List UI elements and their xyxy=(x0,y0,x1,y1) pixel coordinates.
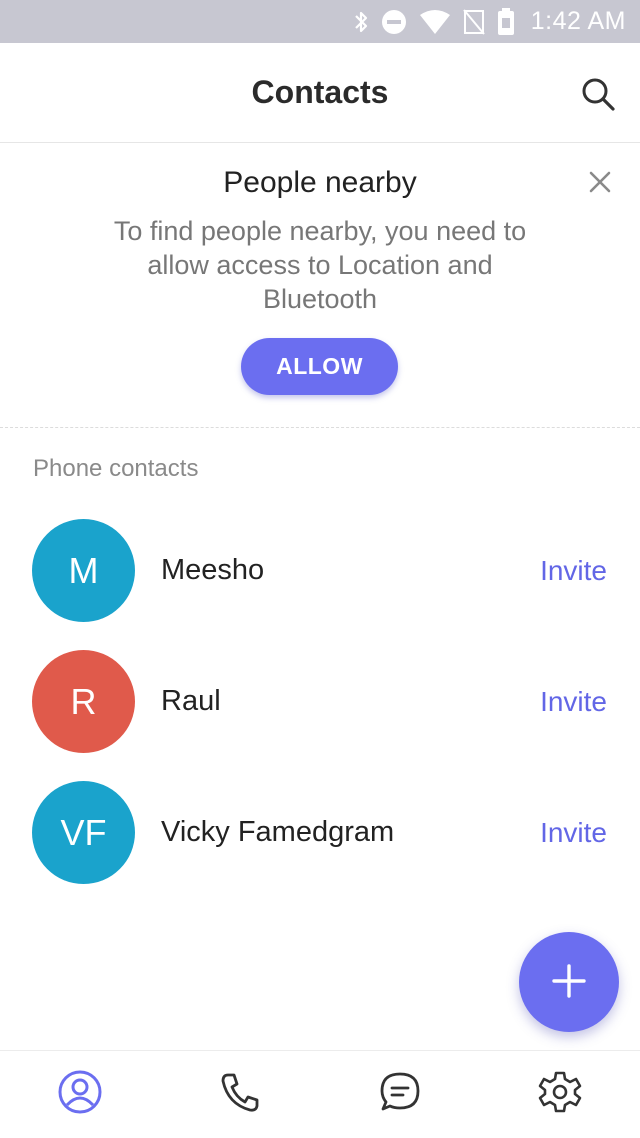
battery-icon xyxy=(497,7,515,36)
contact-row[interactable]: R Raul Invite xyxy=(0,636,640,767)
contact-name: Meesho xyxy=(161,554,265,586)
nearby-title: People nearby xyxy=(223,166,417,199)
nearby-description: To find people nearby, you need to allow… xyxy=(113,216,527,314)
contact-list: M Meesho Invite R Raul Invite VF Vicky F… xyxy=(0,505,640,898)
avatar: M xyxy=(32,519,135,622)
avatar: R xyxy=(32,650,135,753)
contacts-icon xyxy=(57,1069,103,1120)
avatar-initials: R xyxy=(70,680,97,722)
close-icon[interactable] xyxy=(586,168,614,196)
invite-button[interactable]: Invite xyxy=(540,686,607,718)
bottom-nav xyxy=(0,1050,640,1138)
bluetooth-icon xyxy=(353,9,369,35)
people-nearby-card: People nearby To find people nearby, you… xyxy=(0,144,640,428)
nav-item-calls[interactable] xyxy=(160,1051,320,1138)
plus-icon xyxy=(551,963,587,1002)
no-sim-icon xyxy=(462,8,485,35)
nav-item-settings[interactable] xyxy=(480,1051,640,1138)
search-icon[interactable] xyxy=(580,76,616,112)
app-bar: Contacts xyxy=(0,43,640,143)
contact-row[interactable]: M Meesho Invite xyxy=(0,505,640,636)
section-header-phone-contacts: Phone contacts xyxy=(33,455,199,482)
avatar: VF xyxy=(32,781,135,884)
contact-name: Raul xyxy=(161,685,221,717)
invite-button[interactable]: Invite xyxy=(540,555,607,587)
nav-item-chats[interactable] xyxy=(320,1051,480,1138)
contact-name: Vicky Famedgram xyxy=(161,816,395,848)
chat-icon xyxy=(379,1071,421,1118)
status-bar: 1:42 AM xyxy=(0,0,640,43)
status-time: 1:42 AM xyxy=(530,7,626,35)
avatar-initials: VF xyxy=(60,811,107,853)
allow-button[interactable]: ALLOW xyxy=(241,338,398,395)
invite-button[interactable]: Invite xyxy=(540,817,607,849)
nav-item-contacts[interactable] xyxy=(0,1051,160,1138)
add-contact-button[interactable] xyxy=(519,932,619,1032)
phone-icon xyxy=(220,1071,260,1118)
avatar-initials: M xyxy=(68,549,99,591)
contact-row[interactable]: VF Vicky Famedgram Invite xyxy=(0,767,640,898)
gear-icon xyxy=(538,1070,582,1119)
wifi-icon xyxy=(419,9,451,35)
do-not-disturb-icon xyxy=(381,9,407,35)
page-title: Contacts xyxy=(251,74,389,110)
